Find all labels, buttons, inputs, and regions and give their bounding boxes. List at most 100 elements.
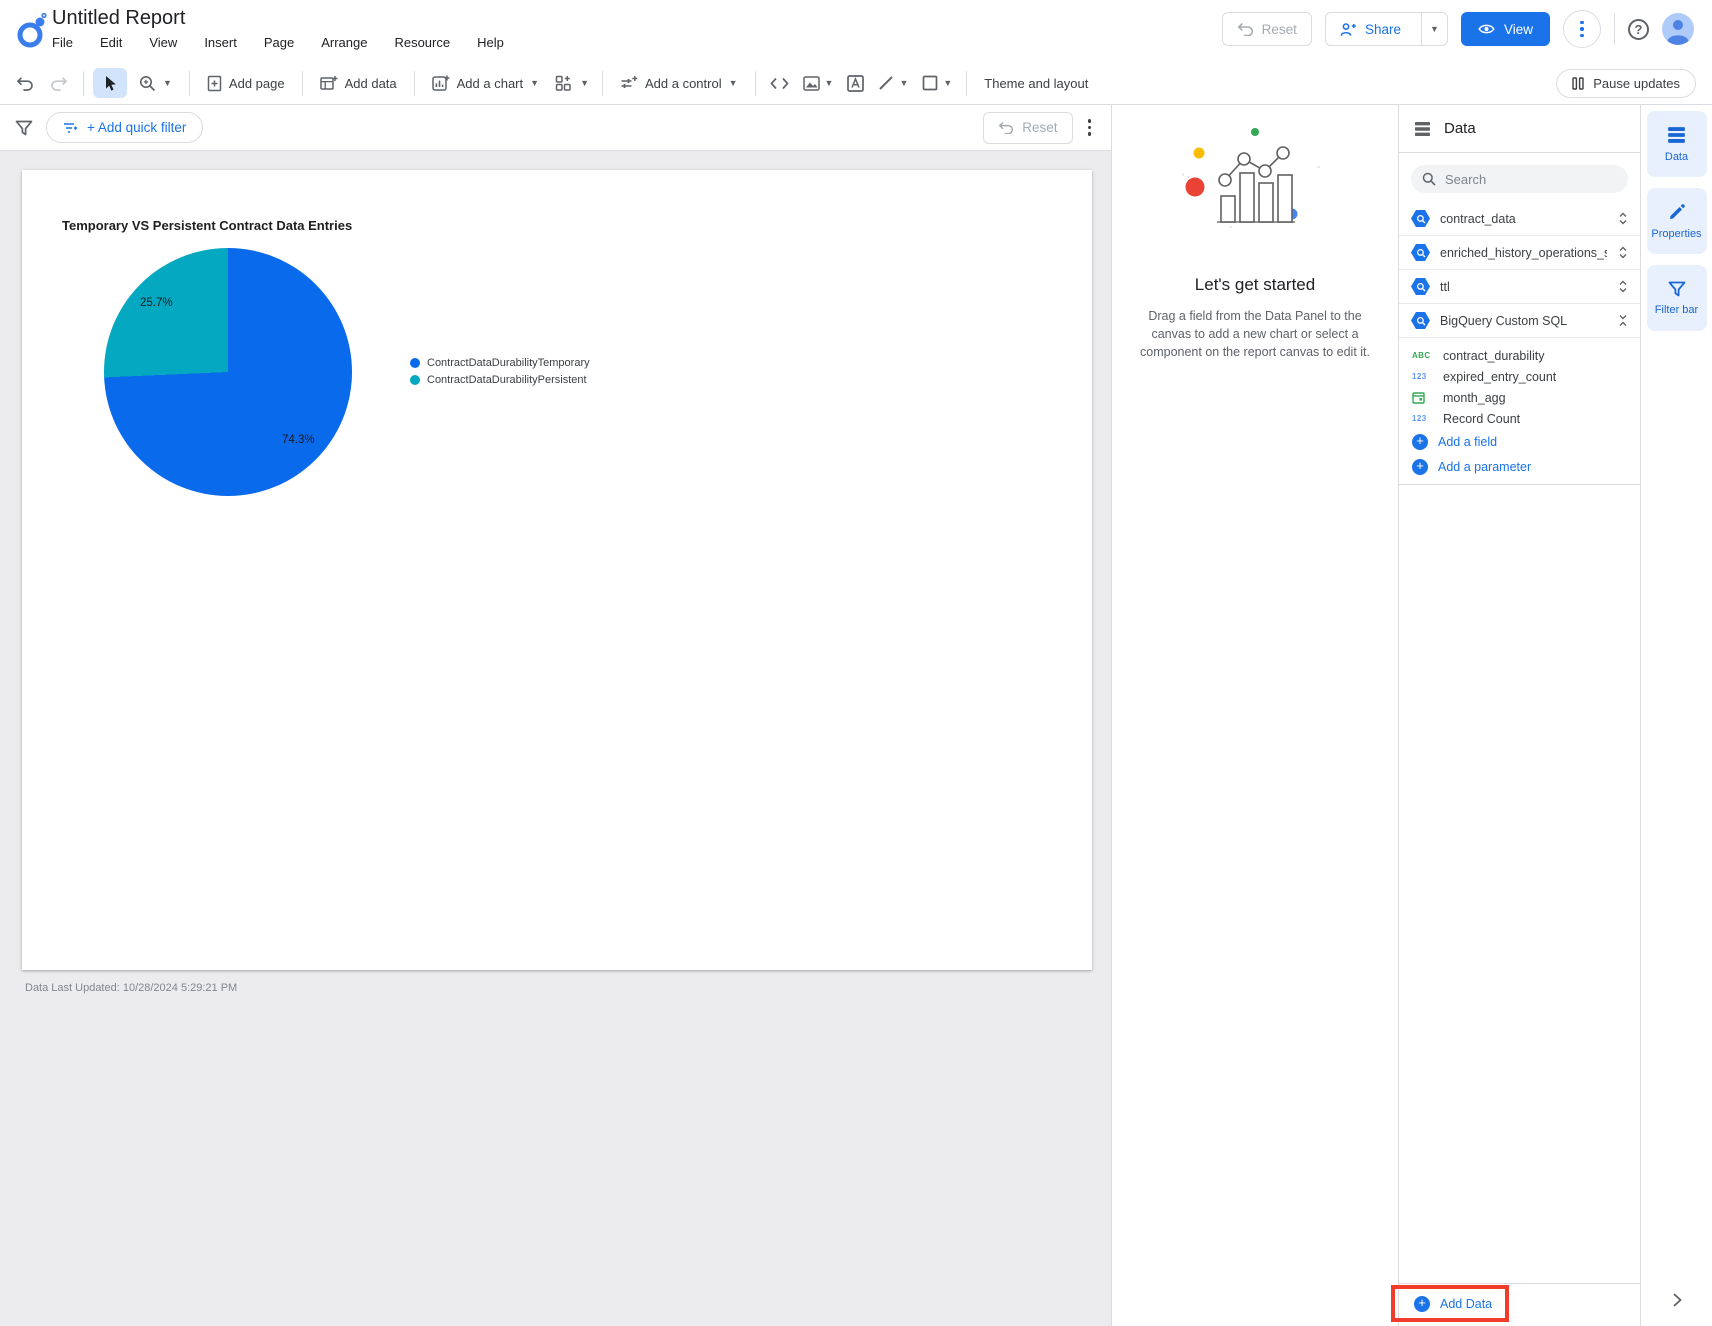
pencil-icon xyxy=(1668,203,1686,221)
add-chart-label: Add a chart xyxy=(456,75,524,91)
zoom-tool-button[interactable]: ▼ xyxy=(129,66,182,100)
field-record-count[interactable]: 123 Record Count xyxy=(1399,408,1640,429)
menu-file[interactable]: File xyxy=(52,35,73,50)
get-started-body: Drag a field from the Data Panel to the … xyxy=(1140,309,1370,359)
data-source-enriched-history[interactable]: enriched_history_operations_sorob... xyxy=(1399,236,1640,270)
legend-item: ContractDataDurabilityPersistent xyxy=(410,374,590,386)
bigquery-icon xyxy=(1411,278,1430,295)
add-data-button[interactable]: Add data xyxy=(310,66,407,100)
help-button[interactable]: ? xyxy=(1628,18,1649,40)
filter-funnel-icon xyxy=(1668,281,1686,297)
pause-updates-label: Pause updates xyxy=(1593,76,1680,91)
shape-tool-button[interactable]: ▼ xyxy=(915,66,959,100)
rail-tab-properties[interactable]: Properties xyxy=(1646,188,1707,254)
add-chart-caret-icon: ▼ xyxy=(530,77,540,88)
menu-edit[interactable]: Edit xyxy=(100,35,122,50)
number-type-icon: 123 xyxy=(1412,372,1427,381)
edit-toolbar: ▼ Add page Add data Add a chart ▼ ▼ Add … xyxy=(0,62,1712,105)
get-started-heading: Let's get started xyxy=(1194,275,1316,294)
quick-filter-bar: + Add quick filter Reset xyxy=(0,105,1111,151)
embed-url-button[interactable] xyxy=(763,66,796,100)
right-rail: Data Properties Filter bar xyxy=(1640,105,1712,1326)
theme-and-layout-button[interactable]: Theme and layout xyxy=(974,66,1098,100)
field-contract-durability[interactable]: ABC contract_durability xyxy=(1399,345,1640,366)
data-rows-icon xyxy=(1667,126,1686,144)
toolbar-divider xyxy=(601,70,603,96)
data-search[interactable] xyxy=(1411,165,1628,193)
unfold-more-icon[interactable] xyxy=(1617,245,1629,260)
empty-state-illustration xyxy=(1177,123,1333,241)
add-page-label: Add page xyxy=(228,75,285,91)
toolbar-divider xyxy=(301,70,303,96)
image-caret-icon: ▼ xyxy=(824,77,834,88)
unfold-less-icon[interactable] xyxy=(1617,313,1629,328)
share-button[interactable]: Share ▼ xyxy=(1324,12,1448,46)
image-tool-button[interactable]: ▼ xyxy=(796,66,841,100)
menu-page[interactable]: Page xyxy=(264,35,294,50)
line-tool-button[interactable]: ▼ xyxy=(871,66,915,100)
menu-resource[interactable]: Resource xyxy=(394,35,450,50)
share-label: Share xyxy=(1364,21,1401,37)
add-a-field-button[interactable]: + Add a field xyxy=(1399,429,1640,454)
collapse-panel-chevron[interactable] xyxy=(1671,1292,1682,1308)
data-source-contract-data[interactable]: contract_data xyxy=(1399,202,1640,236)
menu-arrange[interactable]: Arrange xyxy=(321,35,367,50)
rail-tab-filter-bar[interactable]: Filter bar xyxy=(1646,265,1707,331)
select-tool-button[interactable] xyxy=(93,68,127,98)
pie-label-temporary: 74.3% xyxy=(282,434,315,446)
add-control-button[interactable]: Add a control ▼ xyxy=(610,66,748,100)
text-type-icon: ABC xyxy=(1412,351,1431,360)
legend-swatch xyxy=(410,358,420,368)
add-a-parameter-button[interactable]: + Add a parameter xyxy=(1399,454,1640,479)
community-visualizations-button[interactable]: ▼ xyxy=(549,66,595,100)
kebab-menu-icon xyxy=(1580,20,1584,38)
unfold-more-icon[interactable] xyxy=(1617,279,1629,294)
text-tool-button[interactable] xyxy=(840,66,871,100)
field-expired-entry-count[interactable]: 123 expired_entry_count xyxy=(1399,366,1640,387)
chart-title: Temporary VS Persistent Contract Data En… xyxy=(62,218,353,233)
pie-label-persistent: 25.7% xyxy=(140,297,173,309)
add-quick-filter-button[interactable]: + Add quick filter xyxy=(46,112,204,143)
view-button[interactable]: View xyxy=(1460,12,1550,46)
share-dropdown-caret[interactable]: ▼ xyxy=(1420,13,1447,45)
more-options-button[interactable] xyxy=(1563,10,1601,48)
user-avatar[interactable] xyxy=(1662,13,1694,45)
report-page[interactable]: Temporary VS Persistent Contract Data En… xyxy=(22,170,1092,970)
add-chart-button[interactable]: Add a chart ▼ xyxy=(422,66,549,100)
rail-tab-data[interactable]: Data xyxy=(1646,111,1707,177)
eye-icon xyxy=(1478,23,1495,35)
main-area: + Add quick filter Reset Temporary VS Pe… xyxy=(0,105,1712,1326)
data-source-bigquery-custom-sql[interactable]: BigQuery Custom SQL xyxy=(1399,304,1640,338)
data-source-ttl[interactable]: ttl xyxy=(1399,270,1640,304)
toolbar-divider xyxy=(83,70,84,96)
data-panel-header: Data xyxy=(1399,105,1640,153)
undo-button[interactable] xyxy=(8,66,42,100)
toolbar-divider xyxy=(413,70,415,96)
magnifier-zoom-icon xyxy=(139,75,156,92)
reset-button[interactable]: Reset xyxy=(1221,12,1312,46)
report-title[interactable]: Untitled Report xyxy=(52,7,504,30)
get-started-panel: Let's get started Drag a field from the … xyxy=(1112,105,1398,1326)
add-page-button[interactable]: Add page xyxy=(197,66,295,100)
legend-swatch xyxy=(410,375,420,385)
redo-button[interactable] xyxy=(42,66,76,100)
community-viz-icon xyxy=(555,75,573,92)
filter-more-options-button[interactable] xyxy=(1087,119,1091,136)
unfold-more-icon[interactable] xyxy=(1617,211,1629,226)
share-main[interactable]: Share xyxy=(1326,13,1413,45)
menu-help[interactable]: Help xyxy=(477,35,504,50)
report-canvas[interactable]: Temporary VS Persistent Contract Data En… xyxy=(0,151,1111,1326)
bigquery-icon xyxy=(1411,312,1430,329)
menu-insert[interactable]: Insert xyxy=(204,35,237,50)
pie-chart[interactable]: 25.7% 74.3% xyxy=(104,248,352,496)
menu-view[interactable]: View xyxy=(149,35,177,50)
legend-label: ContractDataDurabilityTemporary xyxy=(427,357,590,369)
field-month-agg[interactable]: month_agg xyxy=(1399,387,1640,408)
pause-updates-button[interactable]: Pause updates xyxy=(1556,69,1696,98)
zoom-caret-icon: ▼ xyxy=(163,77,172,88)
add-quick-filter-label: + Add quick filter xyxy=(87,120,187,135)
search-input[interactable] xyxy=(1445,171,1617,187)
filter-list-icon xyxy=(63,122,78,134)
filter-reset-button[interactable]: Reset xyxy=(983,111,1073,144)
add-data-label: Add data xyxy=(344,75,397,91)
